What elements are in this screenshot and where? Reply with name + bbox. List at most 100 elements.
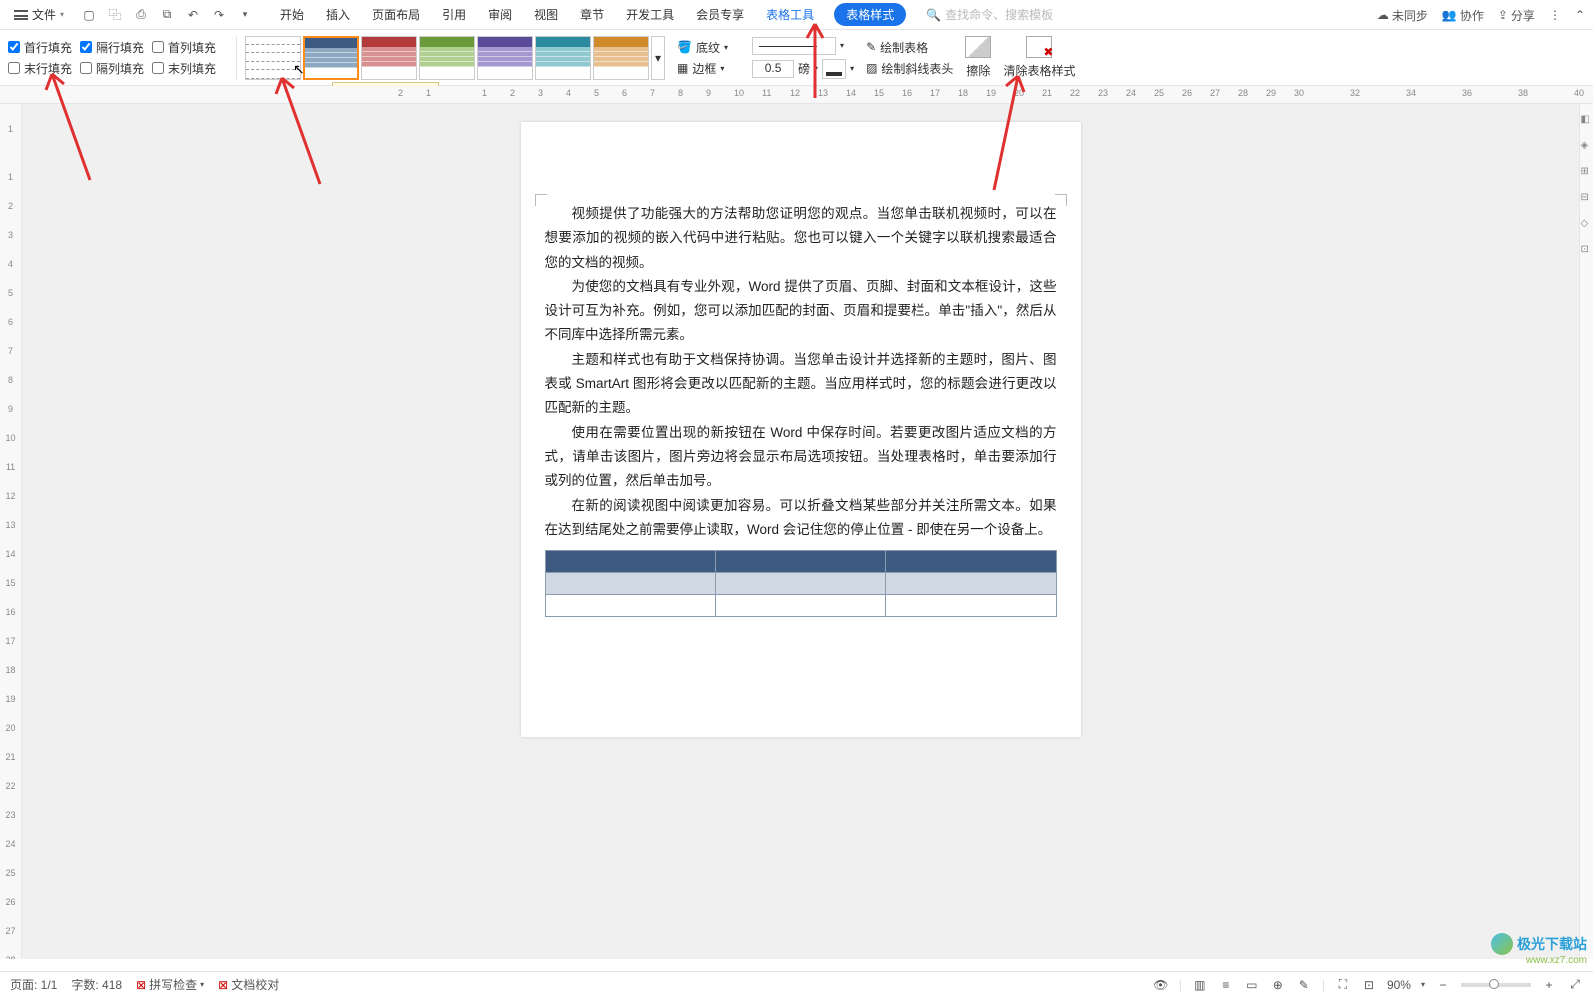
- watermark: 极光下载站 www.xz7.com: [1491, 933, 1587, 967]
- style-thumb-green[interactable]: [419, 36, 475, 80]
- tab-layout[interactable]: 页面布局: [370, 2, 422, 27]
- zoom-level[interactable]: 90%: [1387, 978, 1411, 992]
- undo-icon[interactable]: ↶: [184, 6, 202, 24]
- view-mode-2-icon[interactable]: ≡: [1218, 977, 1234, 993]
- side-icon-2[interactable]: ◈: [1581, 140, 1593, 152]
- tab-reference[interactable]: 引用: [440, 2, 468, 27]
- document-table[interactable]: [545, 550, 1057, 617]
- check-last-col[interactable]: 末列填充: [152, 60, 216, 77]
- clear-style-button[interactable]: ✖ 清除表格样式: [1003, 36, 1075, 79]
- side-icon-4[interactable]: ⊟: [1581, 192, 1593, 204]
- zoom-slider[interactable]: [1461, 983, 1531, 987]
- collapse-ribbon-icon[interactable]: ⌃: [1575, 8, 1585, 22]
- tab-section[interactable]: 章节: [578, 2, 606, 27]
- table-row: [545, 573, 1056, 595]
- paragraph-1: 视频提供了功能强大的方法帮助您证明您的观点。当您单击联机视频时，可以在想要添加的…: [545, 202, 1057, 275]
- people-icon: 👥: [1442, 8, 1457, 22]
- redo-icon[interactable]: ↷: [210, 6, 228, 24]
- border-icon: ▦: [677, 61, 688, 75]
- style-thumb-plain[interactable]: [245, 36, 301, 80]
- status-bar: 页面: 1/1 字数: 418 ⊠拼写检查▾ ⊠文档校对 👁 | ▥ ≡ ▭ ⊕…: [0, 971, 1593, 997]
- zoom-in-button[interactable]: +: [1541, 977, 1557, 993]
- style-thumb-blue[interactable]: [303, 36, 359, 80]
- check-alt-row[interactable]: 隔行填充: [80, 39, 144, 56]
- side-icon-6[interactable]: ⊡: [1581, 244, 1593, 256]
- line-style-group: ▾ 0.5 磅▾ ▾: [740, 37, 854, 79]
- line-color-picker[interactable]: [822, 59, 846, 79]
- menubar: 文件 ▾ ▢ ⿻ ⎙ ⧉ ↶ ↷ ▾ 开始 插入 页面布局 引用 审阅 视图 章…: [0, 0, 1593, 30]
- open-icon[interactable]: ⿻: [106, 6, 124, 24]
- check-last-row[interactable]: 末行填充: [8, 60, 72, 77]
- tab-view[interactable]: 视图: [532, 2, 560, 27]
- word-count[interactable]: 字数: 418: [71, 976, 122, 993]
- tab-insert[interactable]: 插入: [324, 2, 352, 27]
- tab-home[interactable]: 开始: [278, 2, 306, 27]
- side-icon-5[interactable]: ◇: [1581, 218, 1593, 230]
- tab-table-style[interactable]: 表格样式: [834, 3, 906, 26]
- table-row: [545, 595, 1056, 617]
- tab-review[interactable]: 审阅: [486, 2, 514, 27]
- zoom-out-button[interactable]: −: [1435, 977, 1451, 993]
- eraser-icon: [965, 36, 991, 58]
- draw-diag-button[interactable]: ▨绘制斜线表头: [866, 60, 953, 77]
- coop-button[interactable]: 👥协作: [1442, 7, 1484, 24]
- file-menu[interactable]: 文件 ▾: [8, 6, 70, 23]
- border-button[interactable]: ▦边框▾: [677, 60, 728, 77]
- sync-button[interactable]: ☁未同步: [1377, 7, 1428, 24]
- print-icon[interactable]: ⎙: [132, 6, 150, 24]
- view-mode-3-icon[interactable]: ▭: [1244, 977, 1260, 993]
- table-style-gallery: ▾: [245, 36, 665, 80]
- shading-button[interactable]: 🪣底纹▾: [677, 39, 728, 56]
- line-unit: 磅: [798, 60, 810, 77]
- tab-table-tools[interactable]: 表格工具: [764, 2, 816, 27]
- check-icon: ⊠: [218, 978, 228, 992]
- file-label: 文件: [32, 6, 56, 23]
- style-gallery-more[interactable]: ▾: [651, 36, 665, 80]
- style-thumb-orange[interactable]: [593, 36, 649, 80]
- preview-icon[interactable]: ⧉: [158, 6, 176, 24]
- page-status[interactable]: 页面: 1/1: [10, 976, 57, 993]
- erase-button[interactable]: 擦除: [965, 36, 991, 79]
- tab-dev[interactable]: 开发工具: [624, 2, 676, 27]
- horizontal-ruler[interactable]: 2112345678910111213141516171819202122232…: [0, 86, 1593, 104]
- share-icon: ⇪: [1498, 8, 1508, 22]
- quick-access-toolbar: ▢ ⿻ ⎙ ⧉ ↶ ↷ ▾: [80, 6, 254, 24]
- line-style-dropdown[interactable]: [752, 37, 836, 55]
- check-first-col[interactable]: 首列填充: [152, 39, 216, 56]
- view-mode-1-icon[interactable]: ▥: [1192, 977, 1208, 993]
- check-first-row[interactable]: 首行填充: [8, 39, 72, 56]
- wm-logo-icon: [1491, 933, 1513, 955]
- draw-table-button[interactable]: ✎绘制表格: [866, 39, 953, 56]
- style-thumb-red[interactable]: [361, 36, 417, 80]
- clear-icon: ✖: [1026, 36, 1052, 58]
- search-placeholder: 查找命令、搜索模板: [945, 6, 1053, 23]
- fit-icon[interactable]: ⛶: [1335, 977, 1351, 993]
- ruler-icon[interactable]: ⊡: [1361, 977, 1377, 993]
- new-icon[interactable]: ▢: [80, 6, 98, 24]
- style-thumb-teal[interactable]: [535, 36, 591, 80]
- style-thumb-purple[interactable]: [477, 36, 533, 80]
- check-alt-col[interactable]: 隔列填充: [80, 60, 144, 77]
- eye-icon[interactable]: 👁: [1153, 977, 1169, 993]
- line-width-input[interactable]: 0.5: [752, 60, 794, 78]
- table-row: [545, 551, 1056, 573]
- diag-icon: ▨: [866, 61, 877, 75]
- right-menu: ☁未同步 👥协作 ⇪分享 ⋮ ⌃: [1377, 0, 1585, 30]
- view-mode-4-icon[interactable]: ⊕: [1270, 977, 1286, 993]
- right-sidebar: ◧ ◈ ⊞ ⊟ ◇ ⊡: [1579, 104, 1593, 959]
- tab-member[interactable]: 会员专享: [694, 2, 746, 27]
- side-icon-1[interactable]: ◧: [1581, 114, 1593, 126]
- fullscreen-icon[interactable]: ⤢: [1567, 977, 1583, 993]
- search-icon: 🔍: [926, 8, 941, 22]
- page-area[interactable]: 视频提供了功能强大的方法帮助您证明您的观点。当您单击联机视频时，可以在想要添加的…: [22, 104, 1579, 959]
- dropdown-icon[interactable]: ▾: [236, 6, 254, 24]
- proof-button[interactable]: ⊠文档校对: [218, 976, 279, 993]
- vertical-ruler[interactable]: 1123456789101112131415161718192021222324…: [0, 104, 22, 959]
- view-mode-5-icon[interactable]: ✎: [1296, 977, 1312, 993]
- cloud-icon: ☁: [1377, 8, 1389, 22]
- more-icon[interactable]: ⋮: [1549, 8, 1561, 22]
- spell-check-button[interactable]: ⊠拼写检查▾: [136, 976, 204, 993]
- command-search[interactable]: 🔍 查找命令、搜索模板: [926, 6, 1053, 23]
- side-icon-3[interactable]: ⊞: [1581, 166, 1593, 178]
- share-button[interactable]: ⇪分享: [1498, 7, 1535, 24]
